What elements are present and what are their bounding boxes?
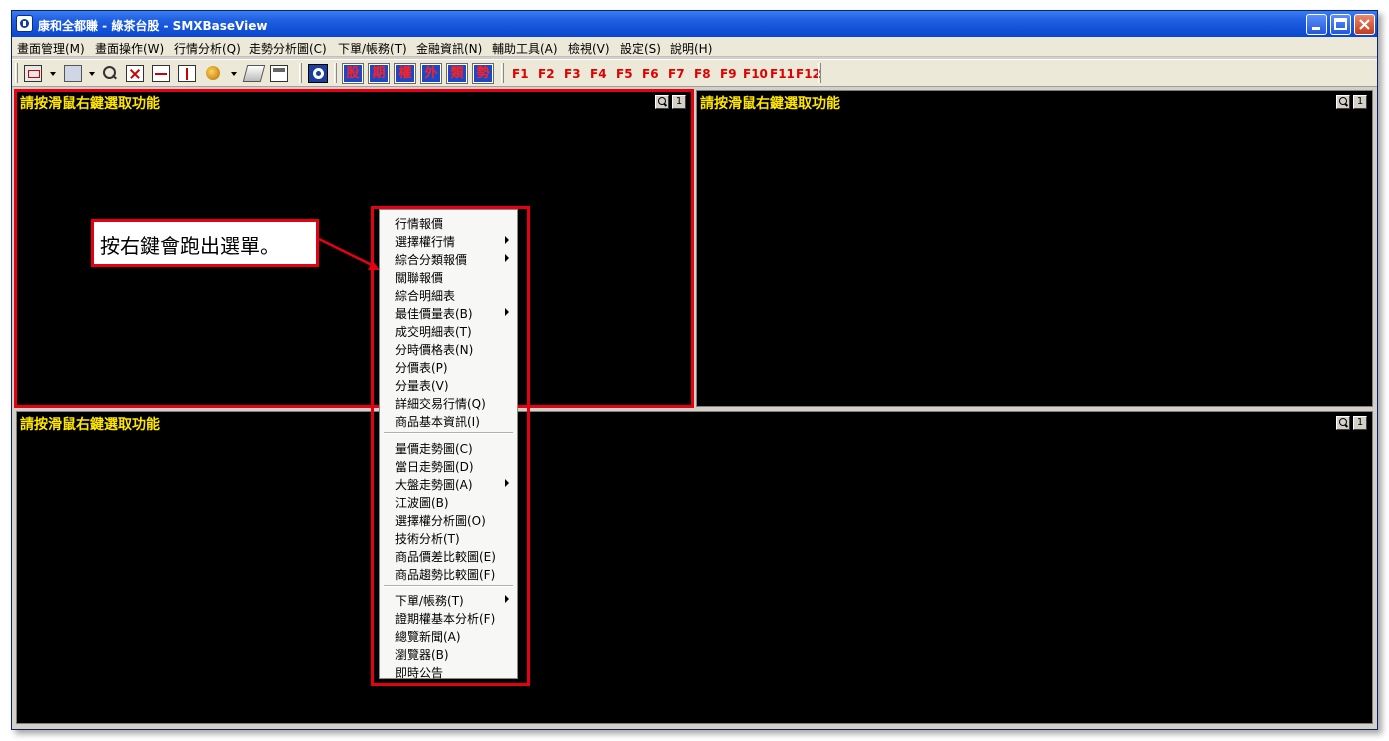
menu-order-account[interactable]: 下單/帳務(T) [338,40,407,57]
maximize-button[interactable] [1330,14,1351,35]
stock-button[interactable]: 股 [342,63,364,84]
split-horizontal-icon[interactable] [152,65,170,82]
zoom-icon[interactable] [1336,416,1350,430]
fkey-f3[interactable]: F3 [564,67,581,81]
menu-view[interactable]: 檢視(V) [568,40,610,57]
pane-title: 請按滑鼠右鍵選取功能 [20,417,160,433]
dropdown-arrow-icon[interactable] [50,72,56,76]
split-vertical-icon[interactable] [178,65,196,82]
trend-button[interactable]: 勢 [472,63,494,84]
title-bar[interactable]: 康和全都賺 - 綠茶台股 - SMXBaseView [12,11,1377,37]
window-title: 康和全都賺 - 綠茶台股 - SMXBaseView [38,19,268,33]
pane-number-icon[interactable]: 1 [1353,95,1367,109]
layout-icon[interactable] [24,65,42,82]
minimize-icon [1312,27,1320,30]
menu-bar: 畫面管理(M) 畫面操作(W) 行情分析(Q) 走勢分析圖(C) 下單/帳務(T… [12,37,1377,57]
fkey-f4[interactable]: F4 [590,67,607,81]
menu-help[interactable]: 說明(H) [670,40,712,57]
menu-screen-manage[interactable]: 畫面管理(M) [17,40,85,57]
toolbar-grip[interactable] [299,63,302,83]
coin-icon[interactable] [205,65,223,82]
fkey-f10[interactable]: F10 [743,67,768,81]
menu-settings[interactable]: 設定(S) [620,40,661,57]
print-icon[interactable] [242,65,266,82]
fkey-f9[interactable]: F9 [720,67,737,81]
close-button[interactable] [1354,14,1375,35]
dropdown-arrow-icon[interactable] [89,72,95,76]
broker-logo-icon[interactable] [308,64,328,83]
callout-text: 按右鍵會跑出選單。 [100,234,280,258]
fkey-f11[interactable]: F11 [770,67,795,81]
dropdown-arrow-icon[interactable] [231,72,237,76]
menu-screen-operate[interactable]: 畫面操作(W) [95,40,164,57]
toolbar-grip[interactable] [15,63,18,83]
menu-trend-chart[interactable]: 走勢分析圖(C) [249,40,327,57]
toolbar: 股 期 權 外 類 勢 F1 F2 F3 F4 F5 F6 F7 F8 F9 F… [12,59,1377,87]
category-button[interactable]: 類 [446,63,468,84]
zoom-icon[interactable] [1336,95,1350,109]
menu-finance-info[interactable]: 金融資訊(N) [416,40,482,57]
toolbar-grip[interactable] [818,63,821,83]
menu-tools[interactable]: 輔助工具(A) [492,40,558,57]
fkey-f1[interactable]: F1 [512,67,529,81]
toolbar-grip[interactable] [334,63,337,83]
pane-bottom[interactable]: 請按滑鼠右鍵選取功能 1 [16,411,1373,724]
menu-quote-analysis[interactable]: 行情分析(Q) [174,40,241,57]
close-pane-icon[interactable] [126,65,144,82]
annotation-callout: 按右鍵會跑出選單。 [91,219,319,267]
options-button[interactable]: 權 [394,63,416,84]
fkey-f6[interactable]: F6 [642,67,659,81]
window-icon[interactable] [270,65,288,82]
close-icon [1359,19,1370,30]
fkey-f5[interactable]: F5 [616,67,633,81]
minimize-button[interactable] [1306,14,1327,35]
app-logo-icon[interactable] [16,15,33,32]
pane-top-right[interactable]: 請按滑鼠右鍵選取功能 1 [696,90,1373,407]
highlight-frame-menu [371,206,530,686]
pane-number-icon[interactable]: 1 [1353,416,1367,430]
save-screen-icon[interactable] [64,65,82,82]
fkey-f2[interactable]: F2 [538,67,555,81]
search-icon[interactable] [101,65,119,82]
foreign-button[interactable]: 外 [420,63,442,84]
fkey-f8[interactable]: F8 [694,67,711,81]
futures-button[interactable]: 期 [368,63,390,84]
maximize-icon [1334,18,1347,30]
fkey-f7[interactable]: F7 [668,67,685,81]
pane-title: 請按滑鼠右鍵選取功能 [700,96,840,112]
toolbar-grip[interactable] [501,63,504,83]
